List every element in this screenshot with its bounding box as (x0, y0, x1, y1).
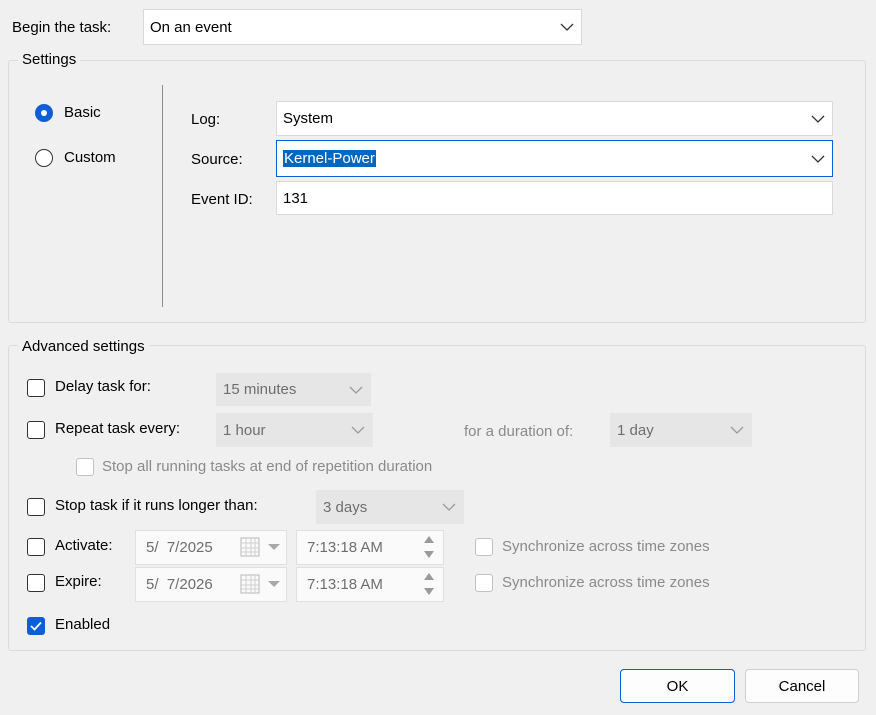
activate-sync-label: Synchronize across time zones (502, 538, 710, 555)
repeat-checkbox[interactable] (27, 421, 45, 439)
event-id-input[interactable]: 131 (276, 181, 833, 215)
chevron-down-icon (804, 141, 832, 176)
source-value: Kernel-Power (283, 150, 376, 167)
checkmark-icon (30, 621, 42, 631)
duration-select[interactable]: 1 day (610, 413, 752, 447)
stop-longer-label: Stop task if it runs longer than: (55, 497, 258, 514)
activate-checkbox[interactable] (27, 538, 45, 556)
settings-divider (162, 85, 163, 307)
delay-value: 15 minutes (223, 381, 297, 398)
event-id-value: 131 (283, 189, 309, 207)
source-select[interactable]: Kernel-Power (276, 140, 833, 177)
stop-all-checkbox[interactable] (76, 458, 94, 476)
stop-longer-checkbox[interactable] (27, 498, 45, 516)
activate-label: Activate: (55, 537, 113, 554)
begin-task-label: Begin the task: (12, 19, 112, 36)
expire-checkbox[interactable] (27, 574, 45, 592)
stop-all-label: Stop all running tasks at end of repetit… (102, 458, 433, 475)
radio-basic[interactable] (35, 104, 53, 122)
duration-label: for a duration of: (464, 423, 574, 440)
chevron-down-icon (553, 10, 581, 44)
event-id-label: Event ID: (191, 191, 253, 208)
delay-checkbox[interactable] (27, 379, 45, 397)
log-label: Log: (191, 111, 221, 128)
cancel-button[interactable]: Cancel (745, 669, 859, 703)
stop-longer-value: 3 days (323, 498, 368, 516)
date-dropdown-arrow-icon[interactable] (267, 543, 281, 551)
expire-label: Expire: (55, 573, 102, 590)
activate-sync-checkbox[interactable] (475, 538, 493, 556)
log-select[interactable]: System (276, 101, 833, 136)
expire-sync-label: Synchronize across time zones (502, 574, 710, 591)
chevron-down-icon (344, 414, 372, 446)
delay-select[interactable]: 15 minutes (216, 373, 371, 406)
chevron-down-icon (804, 102, 832, 135)
repeat-select[interactable]: 1 hour (216, 413, 373, 447)
expire-time-value: 7:13:18 AM (307, 576, 383, 593)
date-dropdown-arrow-icon[interactable] (267, 580, 281, 588)
expire-date-value: 5/ 7/2026 (146, 576, 213, 593)
activate-date-input[interactable]: 5/ 7/2025 (135, 530, 287, 565)
source-label: Source: (191, 151, 243, 168)
enabled-label: Enabled (55, 616, 111, 633)
chevron-down-icon (723, 414, 751, 446)
time-spinner-icon[interactable] (420, 531, 438, 563)
duration-value: 1 day (617, 421, 654, 439)
advanced-title: Advanced settings (18, 337, 149, 357)
time-spinner-icon[interactable] (420, 568, 438, 600)
log-value: System (283, 110, 334, 127)
expire-sync-checkbox[interactable] (475, 574, 493, 592)
calendar-icon[interactable] (240, 536, 262, 558)
radio-basic-label: Basic (64, 104, 101, 121)
settings-title: Settings (18, 50, 81, 70)
chevron-down-icon (435, 491, 463, 523)
begin-task-select[interactable]: On an event (143, 9, 582, 45)
ok-button[interactable]: OK (620, 669, 735, 703)
repeat-value: 1 hour (223, 421, 266, 439)
radio-custom[interactable] (35, 149, 53, 167)
activate-time-value: 7:13:18 AM (307, 539, 383, 556)
begin-task-value: On an event (150, 18, 232, 36)
repeat-label: Repeat task every: (55, 420, 181, 437)
radio-custom-label: Custom (64, 149, 116, 166)
delay-label: Delay task for: (55, 378, 151, 395)
chevron-down-icon (342, 374, 370, 405)
expire-date-input[interactable]: 5/ 7/2026 (135, 567, 287, 602)
stop-longer-select[interactable]: 3 days (316, 490, 464, 524)
activate-date-value: 5/ 7/2025 (146, 539, 213, 556)
enabled-checkbox[interactable] (27, 617, 45, 635)
calendar-icon[interactable] (240, 573, 262, 595)
